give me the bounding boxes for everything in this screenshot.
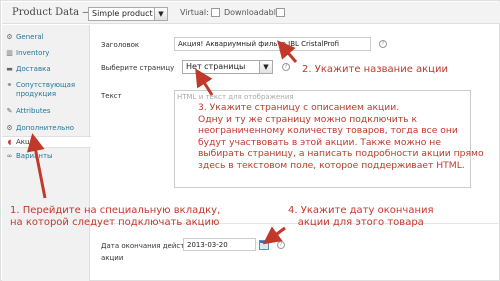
note-step-3-line: будут участвовать в этой акции. Также мо… [198,136,441,148]
tab-advanced[interactable]: ⚙ Дополнительно [2,124,90,133]
note-step-4: 4. Укажите дату окончания акции для этог… [288,205,434,229]
help-icon[interactable]: ? [379,40,387,48]
page-label: Выберите страницу [101,64,175,72]
note-step-3-line: выбирать страницу, а написать подробност… [198,148,484,159]
tab-linked-products[interactable]: ⚭ Сопутствующая продукция [2,81,88,99]
tab-promotion[interactable]: ◖ Акция [2,136,91,148]
note-step-4-line2: акции для этого товара [297,217,424,228]
heading-input[interactable]: Акция! Аквариумный фильтр JBL CristalPro… [174,37,371,51]
variations-icon: ∞ [6,152,13,160]
tab-label: Акция [16,138,39,146]
link-icon: ⚭ [6,81,13,89]
help-icon[interactable]: ? [277,241,285,249]
note-step-1-line2: на которой следует подключать акцию [10,217,220,228]
note-step-3: 3. Укажите страницу с описанием акции. О… [198,102,484,171]
end-date-label-cont: акции [101,254,124,262]
truck-icon: ▬ [6,65,13,73]
page-select[interactable]: Нет страницы ▼ [182,60,273,74]
downloadable-label: Downloadable: [224,8,284,17]
tab-attributes[interactable]: ✎ Attributes [2,107,90,116]
tab-shipping[interactable]: ▬ Доставка [2,65,90,74]
page-select-value: Нет страницы [186,62,246,71]
note-step-3-line: здесь в текстовом поле, которое поддержи… [198,159,465,171]
calendar-icon[interactable] [259,240,269,250]
product-tabs-sidebar: ⚙ General ▥ Inventory ▬ Доставка ⚭ Сопут… [2,25,91,281]
product-type-value: Simple product [92,9,153,18]
textarea-placeholder: HTML и текст для отображения [177,93,294,101]
tab-label: Сопутствующая продукция [16,81,76,98]
tab-general[interactable]: ⚙ General [2,33,90,42]
note-step-4-line1: 4. Укажите дату окончания [288,205,434,216]
downloadable-checkbox[interactable] [276,8,285,17]
product-type-select[interactable]: Simple product ▼ [88,7,168,21]
pen-icon: ✎ [6,107,13,115]
tab-label: Inventory [16,49,50,57]
note-step-3-line: неограниченному количеству товаров, тогд… [198,125,458,136]
tab-label: Варианты [16,152,53,160]
chevron-down-icon: ▼ [154,8,167,20]
chevron-down-icon: ▼ [259,61,272,73]
end-date-input[interactable]: 2013-03-20 [183,238,256,251]
help-icon[interactable]: ? [282,63,290,71]
note-step-3-line: Одну и ту же страницу можно подключить к [198,113,418,125]
tab-label: General [16,33,44,41]
gear-icon: ⚙ [6,124,13,132]
tag-icon: ◖ [7,138,12,146]
virtual-label: Virtual: [180,8,209,17]
virtual-checkbox[interactable] [211,8,220,17]
tab-label: Доставка [16,65,51,73]
note-step-1: 1. Перейдите на специальную вкладку, на … [10,205,220,229]
product-data-title: Product Data — [12,7,93,18]
heading-label: Заголовок [101,41,140,49]
inventory-icon: ▥ [6,49,13,57]
tab-variations[interactable]: ∞ Варианты [2,152,90,161]
note-step-1-line1: 1. Перейдите на специальную вкладку, [10,205,221,216]
tab-label: Дополнительно [16,124,75,132]
text-label: Текст [101,92,122,100]
note-step-3-line: 3. Укажите страницу с описанием акции. [198,102,400,113]
tab-inventory[interactable]: ▥ Inventory [2,49,90,58]
note-step-2: 2. Укажите название акции [302,64,448,75]
product-data-header: Product Data — Simple product ▼ Virtual:… [2,2,500,24]
wrench-icon: ⚙ [6,33,13,41]
tab-label: Attributes [16,107,51,115]
